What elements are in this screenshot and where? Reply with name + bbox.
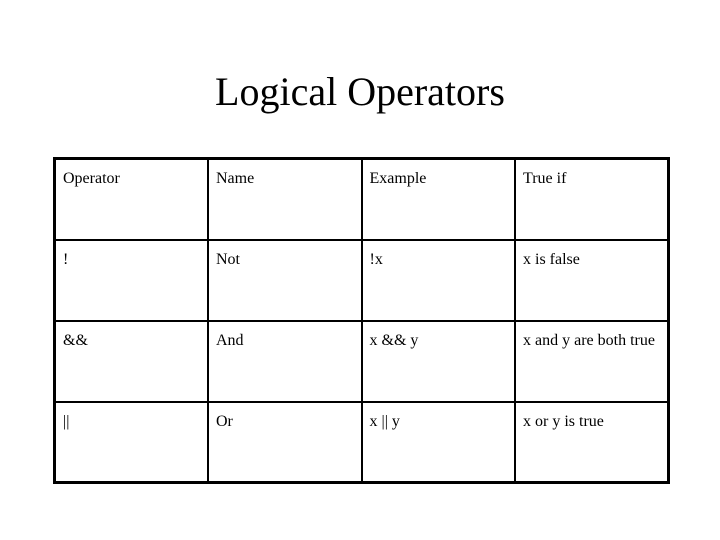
cell-example: !x	[360, 238, 516, 322]
column-header-operator: Operator	[53, 157, 209, 241]
cell-example: x || y	[360, 400, 516, 484]
page-title: Logical Operators	[215, 69, 505, 114]
cell-name: And	[207, 319, 363, 403]
cell-operator: &&	[53, 319, 209, 403]
cell-true-if: x or y is true	[514, 400, 670, 484]
logical-operators-table: Operator Name Example True if ! Not !x x…	[53, 157, 670, 484]
column-header-example: Example	[360, 157, 516, 241]
column-header-name: Name	[207, 157, 363, 241]
cell-true-if: x and y are both true	[514, 319, 670, 403]
cell-name: Or	[207, 400, 363, 484]
slide-canvas: Logical Operators Operator Name Example …	[0, 0, 720, 540]
cell-name: Not	[207, 238, 363, 322]
table-row: || Or x || y x or y is true	[53, 400, 670, 484]
cell-operator: ||	[53, 400, 209, 484]
table-row: && And x && y x and y are both true	[53, 319, 670, 403]
cell-example: x && y	[360, 319, 516, 403]
table-header-row: Operator Name Example True if	[53, 157, 670, 241]
cell-operator: !	[53, 238, 209, 322]
table-row: ! Not !x x is false	[53, 238, 670, 322]
column-header-true-if: True if	[514, 157, 670, 241]
cell-true-if: x is false	[514, 238, 670, 322]
